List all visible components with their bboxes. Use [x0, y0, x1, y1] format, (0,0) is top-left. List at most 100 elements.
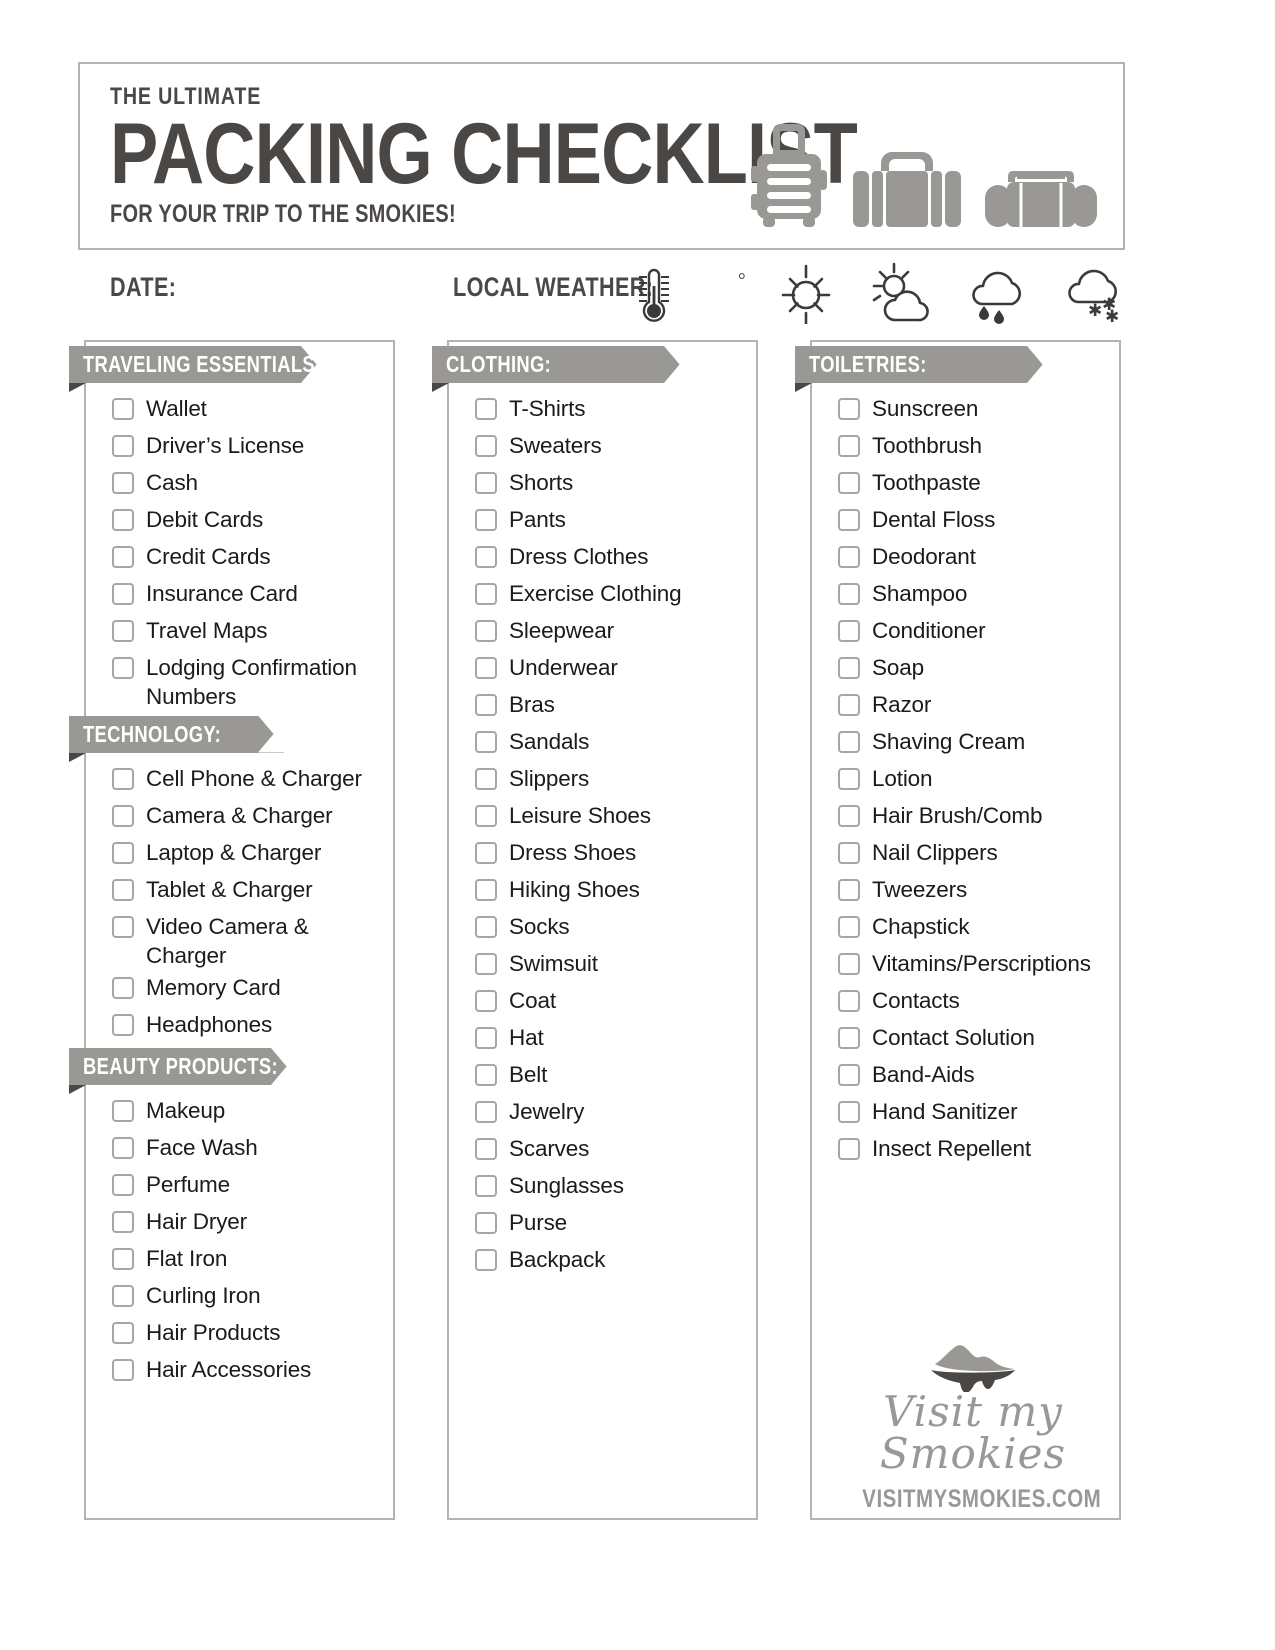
- checkbox[interactable]: [475, 768, 497, 790]
- checklist-item[interactable]: Coat: [475, 984, 750, 1020]
- checklist-item[interactable]: Belt: [475, 1058, 750, 1094]
- checklist-item[interactable]: Wallet: [112, 392, 387, 428]
- checklist-item[interactable]: Hair Dryer: [112, 1205, 387, 1241]
- checkbox[interactable]: [475, 620, 497, 642]
- checkbox[interactable]: [838, 657, 860, 679]
- checkbox[interactable]: [112, 1322, 134, 1344]
- checkbox[interactable]: [112, 509, 134, 531]
- checklist-item[interactable]: Camera & Charger: [112, 799, 387, 835]
- checklist-item[interactable]: Tweezers: [838, 873, 1113, 909]
- checkbox[interactable]: [838, 768, 860, 790]
- checkbox[interactable]: [475, 1064, 497, 1086]
- checkbox[interactable]: [475, 546, 497, 568]
- checkbox[interactable]: [475, 1138, 497, 1160]
- checklist-item[interactable]: Leisure Shoes: [475, 799, 750, 835]
- checklist-item[interactable]: Hand Sanitizer: [838, 1095, 1113, 1131]
- checklist-item[interactable]: Sandals: [475, 725, 750, 761]
- checkbox[interactable]: [112, 915, 134, 938]
- checklist-item[interactable]: Shaving Cream: [838, 725, 1113, 761]
- checkbox[interactable]: [838, 435, 860, 457]
- checkbox[interactable]: [112, 1174, 134, 1196]
- checklist-item[interactable]: Face Wash: [112, 1131, 387, 1167]
- partly-cloudy-icon[interactable]: [867, 262, 933, 329]
- checklist-item[interactable]: Band-Aids: [838, 1058, 1113, 1094]
- checklist-item[interactable]: Hiking Shoes: [475, 873, 750, 909]
- checkbox[interactable]: [838, 1064, 860, 1086]
- checkbox[interactable]: [112, 472, 134, 494]
- checklist-item[interactable]: Tablet & Charger: [112, 873, 387, 909]
- checkbox[interactable]: [112, 657, 134, 679]
- checklist-item[interactable]: Socks: [475, 910, 750, 946]
- checklist-item[interactable]: Shampoo: [838, 577, 1113, 613]
- checklist-item[interactable]: Bras: [475, 688, 750, 724]
- checkbox[interactable]: [475, 953, 497, 975]
- checkbox[interactable]: [838, 472, 860, 494]
- checkbox[interactable]: [112, 767, 134, 790]
- checklist-item[interactable]: Chapstick: [838, 910, 1113, 946]
- checklist-item[interactable]: Vitamins/Perscriptions: [838, 947, 1113, 983]
- checklist-item[interactable]: Deodorant: [838, 540, 1113, 576]
- checkbox[interactable]: [838, 990, 860, 1012]
- checkbox[interactable]: [838, 1138, 860, 1160]
- checkbox[interactable]: [838, 916, 860, 938]
- checkbox[interactable]: [475, 472, 497, 494]
- checklist-item[interactable]: Credit Cards: [112, 540, 387, 576]
- checklist-item[interactable]: T-Shirts: [475, 392, 750, 428]
- checkbox[interactable]: [475, 509, 497, 531]
- checkbox[interactable]: [838, 879, 860, 901]
- checklist-item[interactable]: Memory Card: [112, 971, 387, 1007]
- checklist-item[interactable]: Swimsuit: [475, 947, 750, 983]
- checkbox[interactable]: [838, 731, 860, 753]
- checkbox[interactable]: [112, 878, 134, 901]
- checkbox[interactable]: [838, 1101, 860, 1123]
- checkbox[interactable]: [475, 1249, 497, 1271]
- checkbox[interactable]: [838, 583, 860, 605]
- checklist-item[interactable]: Travel Maps: [112, 614, 387, 650]
- sunny-icon[interactable]: [775, 262, 837, 329]
- checkbox[interactable]: [838, 1027, 860, 1049]
- checklist-item[interactable]: Hat: [475, 1021, 750, 1057]
- checklist-item[interactable]: Perfume: [112, 1168, 387, 1204]
- checklist-item[interactable]: Dental Floss: [838, 503, 1113, 539]
- checklist-item[interactable]: Insurance Card: [112, 577, 387, 613]
- checkbox[interactable]: [838, 842, 860, 864]
- checklist-item[interactable]: Toothpaste: [838, 466, 1113, 502]
- checkbox[interactable]: [112, 620, 134, 642]
- checkbox[interactable]: [475, 1101, 497, 1123]
- checkbox[interactable]: [475, 694, 497, 716]
- checklist-item[interactable]: Exercise Clothing: [475, 577, 750, 613]
- checkbox[interactable]: [838, 546, 860, 568]
- checkbox[interactable]: [112, 1137, 134, 1159]
- checklist-item[interactable]: Backpack: [475, 1243, 750, 1279]
- checkbox[interactable]: [112, 1359, 134, 1381]
- checkbox[interactable]: [838, 398, 860, 420]
- checklist-item[interactable]: Toothbrush: [838, 429, 1113, 465]
- checkbox[interactable]: [838, 694, 860, 716]
- checklist-item[interactable]: Hair Brush/Comb: [838, 799, 1113, 835]
- snowy-icon[interactable]: ✱ ✱ ✱: [1061, 262, 1133, 329]
- checklist-item[interactable]: Lodging Confirmation Numbers: [112, 651, 387, 712]
- checklist-item[interactable]: Soap: [838, 651, 1113, 687]
- checkbox[interactable]: [475, 657, 497, 679]
- checklist-item[interactable]: Contact Solution: [838, 1021, 1113, 1057]
- checklist-item[interactable]: Conditioner: [838, 614, 1113, 650]
- checkbox[interactable]: [475, 398, 497, 420]
- checklist-item[interactable]: Shorts: [475, 466, 750, 502]
- checkbox[interactable]: [112, 977, 134, 999]
- checklist-item[interactable]: Cash: [112, 466, 387, 502]
- checklist-item[interactable]: Debit Cards: [112, 503, 387, 539]
- checklist-item[interactable]: Dress Shoes: [475, 836, 750, 872]
- checklist-item[interactable]: Sunscreen: [838, 392, 1113, 428]
- checklist-item[interactable]: Sunglasses: [475, 1169, 750, 1205]
- checkbox[interactable]: [112, 435, 134, 457]
- checklist-item[interactable]: Insect Repellent: [838, 1132, 1113, 1168]
- checkbox[interactable]: [838, 620, 860, 642]
- checkbox[interactable]: [112, 841, 134, 864]
- checkbox[interactable]: [838, 509, 860, 531]
- checklist-item[interactable]: Makeup: [112, 1094, 387, 1130]
- checklist-item[interactable]: Lotion: [838, 762, 1113, 798]
- checkbox[interactable]: [475, 879, 497, 901]
- checklist-item[interactable]: Cell Phone & Charger: [112, 762, 387, 798]
- checkbox[interactable]: [475, 990, 497, 1012]
- checkbox[interactable]: [112, 1285, 134, 1307]
